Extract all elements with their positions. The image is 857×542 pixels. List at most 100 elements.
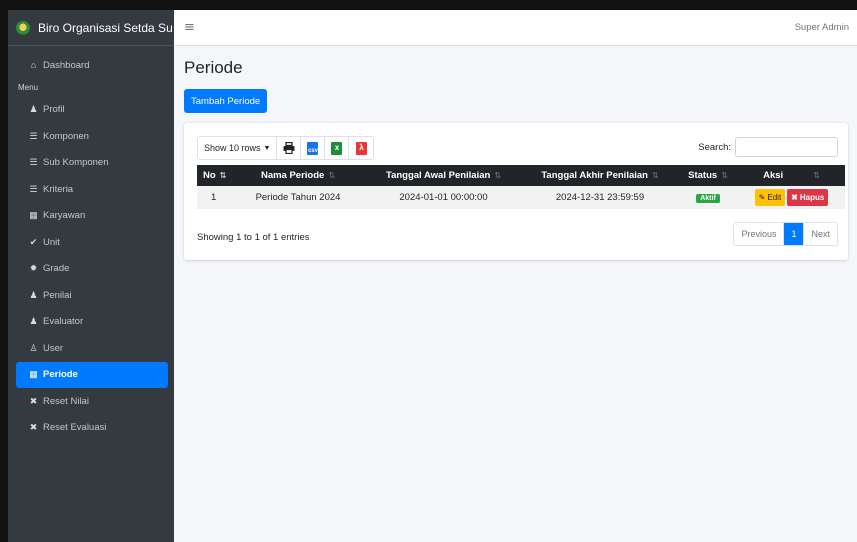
col-tanggal-awal[interactable]: Tanggal Awal Penilaian ⇅ [365,165,522,186]
sidebar-item-kriteria[interactable]: ☰ Kriteria [16,176,168,203]
sidebar-item-label: Kriteria [43,183,74,195]
sidebar-item-label: User [43,342,64,354]
cell-aksi: ✎ Edit ✖ Hapus [738,186,845,209]
sidebar-item-label: Sub Komponen [43,157,109,169]
sidebar-item-label: Unit [43,236,60,248]
list-icon: ☰ [29,183,38,194]
search-input[interactable] [735,137,838,157]
col-tanggal-akhir[interactable]: Tanggal Akhir Penilaian ⇅ [522,165,678,186]
csv-button[interactable]: csv [301,137,326,159]
hamburger-icon[interactable]: ≡ [184,20,195,35]
list-icon: ☰ [29,157,38,168]
sidebar-item-label: Reset Nilai [43,395,89,407]
sidebar-item-user[interactable]: ♙ User [16,335,168,362]
edit-icon: ✎ [758,193,766,202]
sidebar-item-reset-evaluasi[interactable]: ✖ Reset Evaluasi [16,415,168,442]
sidebar-item-penilai[interactable]: ♟ Penilai [16,282,168,309]
sidebar-item-dashboard[interactable]: ⌂ Dashboard [16,52,168,79]
col-nama-periode[interactable]: Nama Periode ⇅ [231,165,365,186]
pagination-previous[interactable]: Previous [734,223,785,245]
cell-status: Aktif [678,186,738,209]
print-button[interactable] [277,137,302,159]
table-info: Showing 1 to 1 of 1 entries [197,232,310,243]
topbar: ≡ Super Admin [174,10,857,46]
user-icon: ♟ [29,104,38,115]
cell-tanggal-awal: 2024-01-01 00:00:00 [399,192,488,203]
show-rows-label: Show 10 rows [204,143,261,153]
nav-header-menu: Menu [18,83,39,92]
sidebar-item-label: Karyawan [43,210,86,222]
sidebar-item-komponen[interactable]: ☰ Komponen [16,123,168,150]
sidebar-item-label: Grade [43,263,70,275]
col-aksi[interactable]: Aksi ⇅ [738,165,845,186]
pagination-next[interactable]: Next [804,223,837,245]
sidebar-item-sub-komponen[interactable]: ☰ Sub Komponen [16,150,168,177]
sidebar-item-label: Dashboard [43,59,90,71]
sidebar-item-grade[interactable]: ✹ Grade [16,256,168,283]
sidebar-item-periode[interactable]: ▦ Periode [16,361,168,388]
edit-button[interactable]: ✎ Edit [754,189,786,206]
caret-down-icon: ▼ [263,144,271,152]
pagination: Previous 1 Next [733,222,838,246]
calendar-icon: ▦ [29,369,38,380]
csv-file-icon: csv [307,141,319,155]
col-status[interactable]: Status ⇅ [678,165,738,186]
sort-icon: ⇅ [813,171,820,180]
excel-file-icon: x [331,141,343,155]
user-menu[interactable]: Super Admin [795,22,849,33]
edit-label: Edit [767,193,782,202]
sort-icon: ⇅ [721,171,728,180]
sidebar-item-reset-nilai[interactable]: ✖ Reset Nilai [16,388,168,415]
excel-button[interactable]: x [325,137,350,159]
cell-nama-periode: Periode Tahun 2024 [255,192,341,203]
sidebar-item-evaluator[interactable]: ♟ Evaluator [16,309,168,336]
sort-asc-icon: ⇅ [219,171,227,180]
table-header-row: No ⇅ Nama Periode ⇅ Tanggal Awal Penilaian… [197,165,845,186]
brand-link[interactable]: Biro Organisasi Setda Su [8,10,174,46]
add-periode-button[interactable]: Tambah Periode [184,89,268,113]
sidebar-item-label: Profil [43,104,65,116]
pdf-button[interactable]: λ [349,137,374,159]
users-icon: ♙ [29,342,38,353]
sidebar: Biro Organisasi Setda Su ⌂ Dashboard Men… [8,10,174,542]
x-icon: ✖ [29,422,38,433]
cell-tanggal-akhir: 2024-12-31 23:59:59 [555,192,645,203]
sidebar-item-label: Komponen [43,130,89,142]
sidebar-nav: ⌂ Dashboard Menu ♟ Profil ☰ Komponen ☰ S… [8,46,174,441]
sidebar-item-profil[interactable]: ♟ Profil [16,97,168,124]
table-card: Show 10 rows ▼ csv x λ Search: No ⇅ Nama… [184,123,848,260]
col-no[interactable]: No ⇅ [197,165,231,186]
sidebar-item-label: Periode [43,369,78,381]
sidebar-item-karyawan[interactable]: ▦ Karyawan [16,203,168,230]
user-icon: ♟ [29,316,38,327]
print-icon [283,142,295,154]
building-icon: ▦ [29,210,38,221]
pagination-page-1[interactable]: 1 [784,223,805,245]
table-row: 1 Periode Tahun 2024 2024-01-01 00:00:00… [197,186,845,209]
table-toolbar: Show 10 rows ▼ csv x λ [197,136,375,160]
search-box: Search: [698,137,838,157]
gear-icon: ✹ [29,263,38,274]
main-content: Periode Tambah Periode Show 10 rows ▼ cs… [174,46,857,542]
page-title: Periode [184,58,243,77]
status-badge: Aktif [696,194,720,203]
close-icon: ✖ [791,193,798,202]
delete-label: Hapus [799,193,825,202]
sidebar-item-label: Penilai [43,289,72,301]
sort-icon: ⇅ [494,171,502,180]
sidebar-item-label: Reset Evaluasi [43,422,107,434]
show-rows-dropdown[interactable]: Show 10 rows ▼ [198,137,278,159]
brand-title: Biro Organisasi Setda Su [38,20,173,35]
check-icon: ✔ [29,236,38,247]
list-icon: ☰ [29,130,38,141]
pdf-file-icon: λ [355,141,367,155]
search-label: Search: [698,141,731,153]
sidebar-item-unit[interactable]: ✔ Unit [16,229,168,256]
sidebar-item-label: Evaluator [43,316,84,328]
sort-icon: ⇅ [651,171,659,180]
cell-no: 1 [211,192,217,203]
periode-table: No ⇅ Nama Periode ⇅ Tanggal Awal Penilaian… [197,165,845,209]
sort-icon: ⇅ [328,171,336,180]
app-window: Biro Organisasi Setda Su ⌂ Dashboard Men… [8,10,857,542]
delete-button[interactable]: ✖ Hapus [787,189,829,206]
